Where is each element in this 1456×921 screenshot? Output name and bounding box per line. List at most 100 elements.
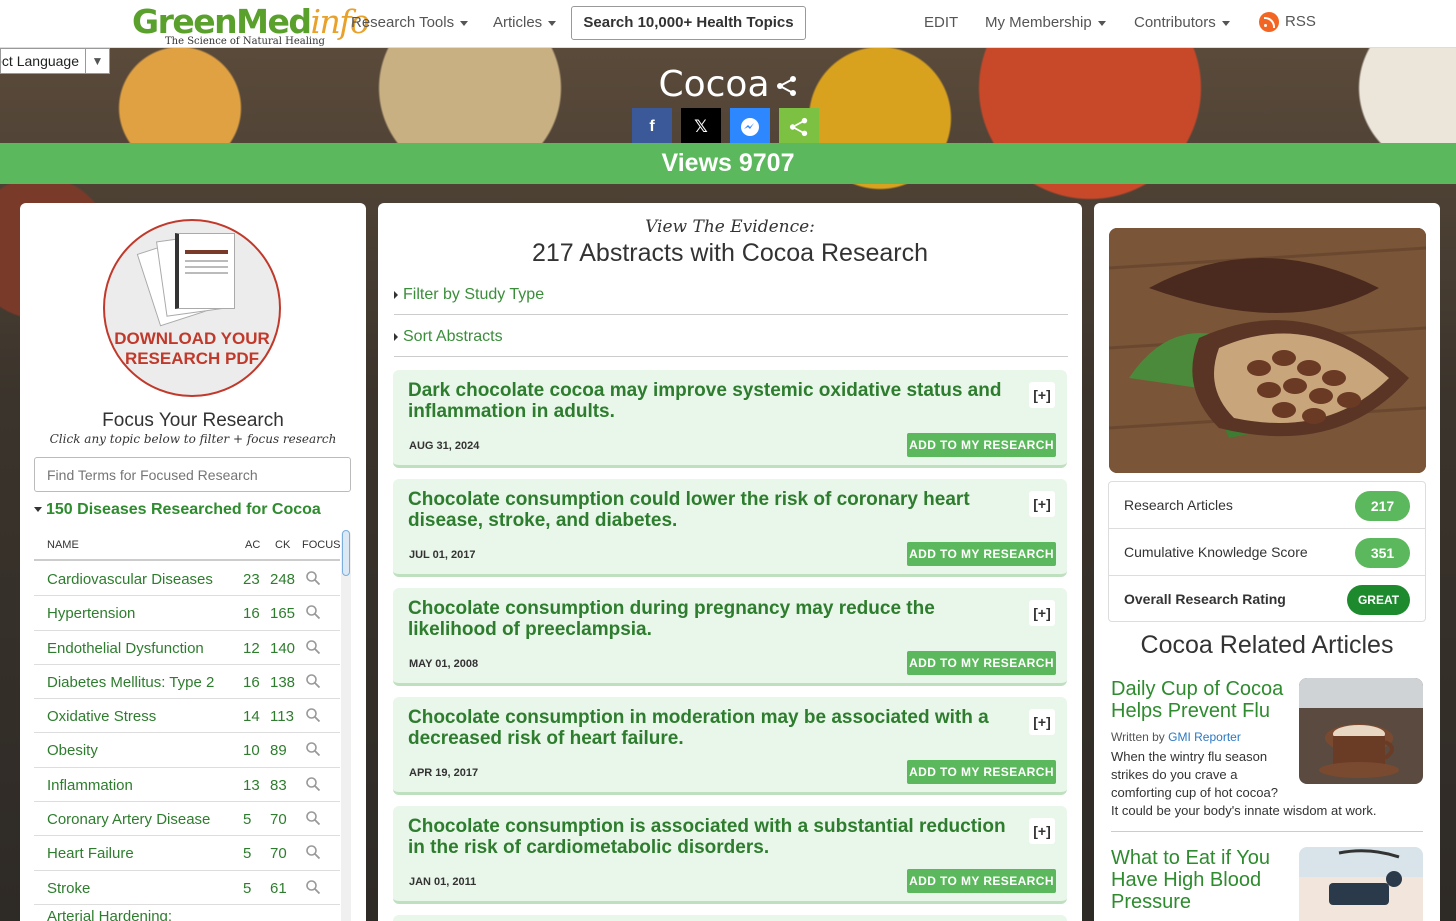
disease-name[interactable]: Oxidative Stress (47, 708, 156, 725)
add-to-research-button[interactable]: ADD TO MY RESEARCH (907, 433, 1056, 457)
disease-name[interactable]: Heart Failure (47, 845, 134, 862)
caret-down-icon (1221, 20, 1230, 26)
ac-value: 13 (243, 776, 260, 794)
table-row[interactable]: Endothelial Dysfunction 12 140 (34, 631, 340, 665)
nav-label: My Membership (985, 14, 1092, 31)
nav-rss[interactable]: RSS (1259, 12, 1316, 32)
article-title[interactable]: What to Eat if You Have High Blood Press… (1111, 847, 1291, 913)
disease-name[interactable]: Coronary Artery Disease (47, 811, 210, 828)
nav-contributors[interactable]: Contributors (1134, 14, 1230, 31)
expand-button[interactable]: [+] (1029, 491, 1055, 517)
abstract-date: MAY 01, 2008 (409, 658, 479, 670)
nav-articles[interactable]: Articles (493, 14, 557, 31)
expand-button[interactable]: [+] (1029, 709, 1055, 735)
disease-name[interactable]: Diabetes Mellitus: Type 2 (47, 674, 214, 691)
ac-value: 5 (243, 811, 252, 829)
scrollbar-thumb[interactable] (342, 530, 350, 576)
search-icon[interactable] (306, 708, 320, 723)
table-row[interactable]: Heart Failure 5 70 (34, 836, 340, 871)
sort-abstracts[interactable]: Sort Abstracts (394, 315, 1068, 357)
table-row[interactable]: Cardiovascular Diseases 23 248 (34, 562, 340, 597)
generic-share-button[interactable] (779, 108, 819, 146)
ac-value: 23 (243, 571, 260, 588)
table-row[interactable]: Diabetes Mellitus: Type 2 16 138 (34, 665, 340, 700)
search-icon[interactable] (306, 776, 320, 791)
nav-my-membership[interactable]: My Membership (985, 14, 1106, 31)
nav-research-tools[interactable]: Research Tools (351, 14, 469, 31)
article-thumbnail[interactable] (1299, 678, 1423, 784)
ck-value: 113 (270, 708, 294, 726)
ac-value: 12 (243, 639, 260, 657)
abstract-title[interactable]: Dark chocolate cocoa may improve systemi… (408, 380, 1018, 422)
cocoa-pod-image (1109, 228, 1426, 473)
nav-edit[interactable]: EDIT (924, 14, 958, 31)
abstract-title[interactable]: Chocolate consumption could lower the ri… (408, 489, 1018, 531)
expand-button[interactable]: [+] (1029, 382, 1055, 408)
table-row[interactable]: Oxidative Stress 14 113 (34, 699, 340, 734)
filter-label: Filter by Study Type (403, 286, 545, 303)
stat-knowledge-score: Cumulative Knowledge Score 351 (1109, 529, 1425, 576)
search-icon[interactable] (306, 605, 320, 620)
site-logo[interactable]: GreenMedinfo The Science of Natural Heal… (132, 2, 370, 47)
article-thumbnail[interactable] (1299, 847, 1423, 921)
table-row[interactable]: Hypertension 16 165 (34, 596, 340, 631)
filter-by-study-type[interactable]: Filter by Study Type (394, 273, 1068, 315)
search-icon[interactable] (306, 742, 320, 757)
nav-label: RSS (1285, 12, 1316, 30)
disease-name[interactable]: Obesity (47, 742, 98, 759)
x-share-button[interactable]: 𝕏 (681, 108, 721, 146)
search-icon[interactable] (306, 879, 320, 894)
disease-name[interactable]: Endothelial Dysfunction (47, 640, 204, 657)
add-to-research-button[interactable]: ADD TO MY RESEARCH (907, 869, 1056, 893)
search-icon[interactable] (306, 811, 320, 826)
diseases-toggle[interactable]: 150 Diseases Researched for Cocoa (34, 501, 321, 519)
diseases-table: Cardiovascular Diseases 23 248 Hypertensio… (34, 562, 340, 921)
table-row[interactable]: Coronary Artery Disease 5 70 (34, 802, 340, 837)
table-row[interactable]: Inflammation 13 83 (34, 768, 340, 803)
table-scrollbar[interactable] (341, 530, 351, 921)
messenger-share-button[interactable] (730, 108, 770, 146)
col-name: NAME (47, 539, 79, 551)
table-row[interactable]: Stroke 5 61 (34, 871, 340, 905)
table-row[interactable]: Arterial Hardening: (34, 905, 340, 921)
search-icon[interactable] (306, 639, 320, 654)
article-author-link[interactable]: GMI Reporter (1168, 730, 1241, 744)
article-description: When the wintry flu season strikes do yo… (1111, 749, 1278, 800)
abstract-date: JUL 01, 2017 (409, 549, 476, 561)
focus-search-input[interactable] (34, 457, 351, 492)
search-icon[interactable] (306, 674, 320, 688)
ck-value: 83 (270, 776, 287, 794)
abstract-title[interactable]: Chocolate consumption during pregnancy m… (408, 598, 1018, 640)
share-icon[interactable] (776, 75, 798, 97)
disease-name[interactable]: Stroke (47, 880, 90, 897)
add-to-research-button[interactable]: ADD TO MY RESEARCH (907, 542, 1056, 566)
search-icon[interactable] (306, 845, 320, 860)
rating-badge: GREAT (1347, 585, 1410, 615)
add-to-research-button[interactable]: ADD TO MY RESEARCH (907, 760, 1056, 784)
download-pdf-button[interactable]: DOWNLOAD YOUR RESEARCH PDF (103, 219, 281, 397)
stat-value-badge: 217 (1355, 491, 1410, 521)
disease-name[interactable]: Cardiovascular Diseases (47, 571, 213, 588)
ac-value: 16 (243, 605, 260, 623)
abstracts-title: 217 Abstracts with Cocoa Research (531, 239, 929, 267)
ac-value: 5 (243, 845, 252, 863)
page-title: Cocoa (0, 64, 1456, 105)
facebook-icon: f (649, 118, 655, 135)
col-ck: CK (275, 539, 291, 551)
abstract-title[interactable]: Chocolate consumption in moderation may … (408, 707, 1018, 749)
abstract-title[interactable]: Chocolate consumption is associated with… (408, 816, 1018, 858)
disease-name[interactable]: Hypertension (47, 605, 135, 622)
ck-value: 61 (270, 879, 287, 897)
add-to-research-button[interactable]: ADD TO MY RESEARCH (907, 651, 1056, 675)
table-row[interactable]: Obesity 10 89 (34, 733, 340, 768)
col-focus: FOCUS (302, 539, 341, 551)
search-topics-button[interactable]: Search 10,000+ Health Topics (571, 6, 806, 40)
facebook-share-button[interactable]: f (632, 108, 672, 146)
expand-button[interactable]: [+] (1029, 818, 1055, 844)
article-title[interactable]: Daily Cup of Cocoa Helps Prevent Flu (1111, 678, 1291, 722)
disease-name[interactable]: Arterial Hardening: (47, 908, 172, 921)
articles-divider (1111, 831, 1423, 832)
search-icon[interactable] (306, 571, 320, 585)
expand-button[interactable]: [+] (1029, 600, 1055, 626)
disease-name[interactable]: Inflammation (47, 777, 133, 794)
